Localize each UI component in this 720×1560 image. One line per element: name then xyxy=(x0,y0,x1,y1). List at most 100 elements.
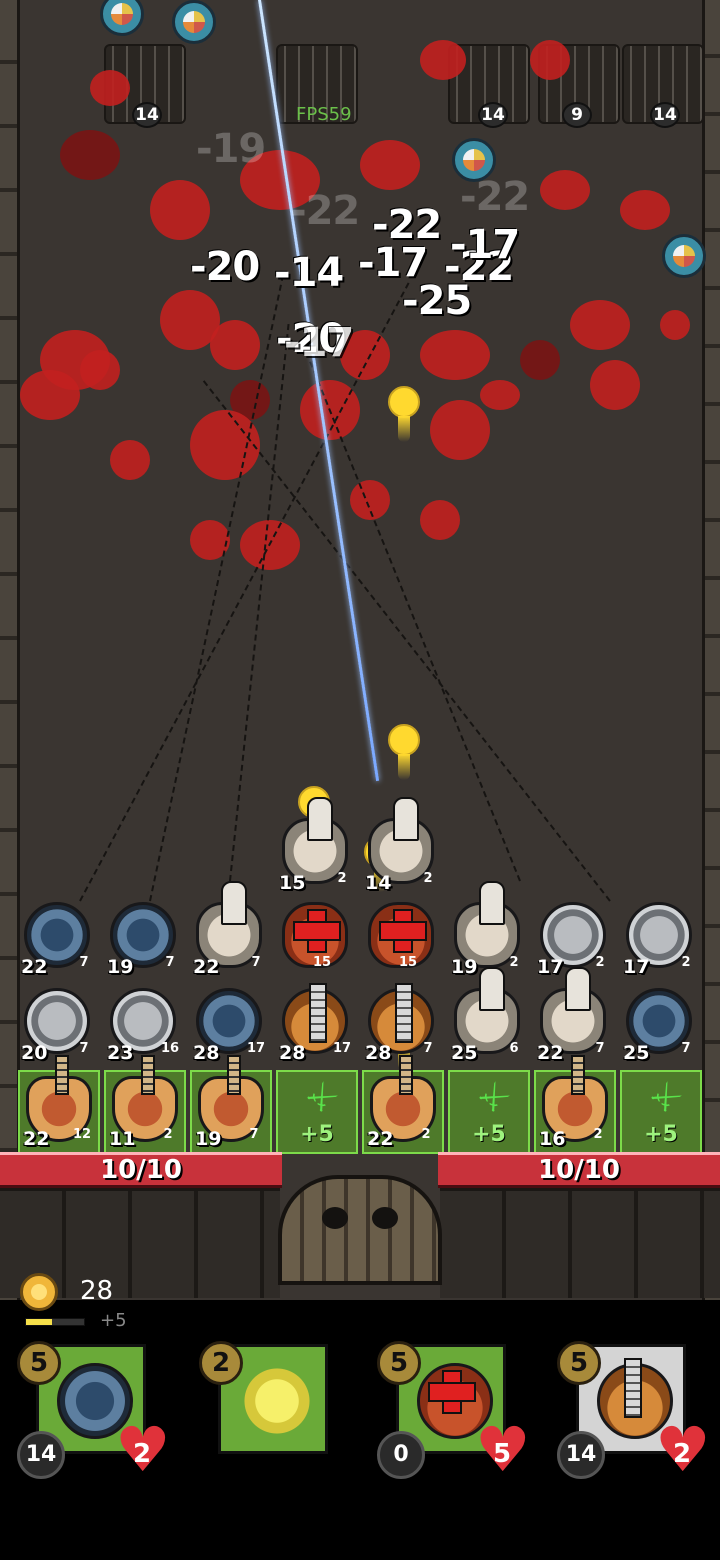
turret-level: 19 xyxy=(195,1128,222,1150)
castle-gate xyxy=(278,1175,442,1285)
turret-slot[interactable]: 22 7 xyxy=(190,881,272,980)
turret-hp: 2 xyxy=(670,943,702,978)
turret-slot[interactable]: 19 7 xyxy=(104,898,186,980)
projectile xyxy=(388,386,420,442)
turret-slot[interactable]: 25 7 xyxy=(620,984,702,1066)
spawner-count: 14 xyxy=(650,102,680,128)
turret-slot[interactable]: 28 17 xyxy=(190,984,272,1066)
turret-hp: 7 xyxy=(670,1029,702,1064)
turret-slot[interactable]: 28 7 xyxy=(362,983,444,1066)
card-cost: 5 xyxy=(377,1341,421,1385)
right-wall-hp: 10/10 xyxy=(438,1152,720,1188)
turret-level: 22 xyxy=(537,1042,564,1064)
turret-level: 16 xyxy=(539,1128,566,1150)
turret-slot[interactable]: 16 2 xyxy=(534,1055,616,1154)
turret-card-gun[interactable]: 5 14 2 xyxy=(557,1341,711,1481)
spawner-count: 14 xyxy=(132,102,162,128)
boost-slot[interactable]: ⚔ +5 xyxy=(448,1070,530,1154)
fps-counter: FPS59 xyxy=(296,104,352,125)
turret-slot[interactable]: 22 12 xyxy=(18,1055,100,1154)
boost-value: +5 xyxy=(472,1122,506,1147)
turret-slot[interactable]: 22 2 xyxy=(362,1055,444,1154)
coin-count: 28 xyxy=(80,1276,114,1306)
turret-card-heal[interactable]: 5 0 5 xyxy=(377,1341,531,1481)
card-hp: 2 xyxy=(115,1419,171,1483)
turret-level: 19 xyxy=(107,956,134,978)
turret-hp: 6 xyxy=(498,1029,530,1064)
turret-slot[interactable]: 20 7 xyxy=(18,984,100,1066)
turret-hp: 2 xyxy=(582,1115,614,1150)
turret-hp: 2 xyxy=(326,859,358,894)
xp-fill xyxy=(26,1319,53,1325)
turret-level: 23 xyxy=(107,1042,134,1064)
turret-slot[interactable]: 11 2 xyxy=(104,1055,186,1154)
right-wall xyxy=(702,0,720,1300)
enemy-wheel xyxy=(662,234,706,278)
damage-number: -14 xyxy=(274,250,344,296)
turret-level: 28 xyxy=(365,1042,392,1064)
turret-level: 17 xyxy=(537,956,564,978)
card-level: 14 xyxy=(557,1431,605,1479)
turret-level: 28 xyxy=(279,1042,306,1064)
turret-level: 28 xyxy=(193,1042,220,1064)
enemy-wheel xyxy=(172,0,216,44)
turret-level: 17 xyxy=(623,956,650,978)
turret-level: 25 xyxy=(451,1042,478,1064)
turret-level: 22 xyxy=(367,1128,394,1150)
turret-slot[interactable]: 15 xyxy=(276,898,358,980)
turret-slot[interactable]: 22 7 xyxy=(18,898,100,980)
right-foundation xyxy=(440,1188,720,1298)
card-hp: 5 xyxy=(475,1419,531,1483)
turret-slot[interactable]: 22 7 xyxy=(534,967,616,1066)
sword-icon: ⚔ xyxy=(643,1074,689,1120)
turret-level: 22 xyxy=(21,956,48,978)
damage-number: -17 xyxy=(450,222,520,268)
xp-gain: +5 xyxy=(100,1310,127,1331)
turret-slot[interactable]: 17 2 xyxy=(620,898,702,980)
turret-hp: 15 xyxy=(392,943,424,978)
turret-level: 20 xyxy=(21,1042,48,1064)
turret-slot[interactable]: 19 7 xyxy=(190,1055,272,1154)
turret-level: 15 xyxy=(279,872,306,894)
turret-level: 25 xyxy=(623,1042,650,1064)
turret-slot[interactable]: 15 2 xyxy=(276,797,358,896)
card-cost: 5 xyxy=(17,1341,61,1385)
turret-slot[interactable]: 28 17 xyxy=(276,983,358,1066)
turret-level: 11 xyxy=(109,1128,136,1150)
turret-level: 14 xyxy=(365,872,392,894)
damage-number: -25 xyxy=(402,278,472,324)
turret-hp: 7 xyxy=(412,1029,444,1064)
turret-slot[interactable]: 25 6 xyxy=(448,967,530,1066)
card-level: 0 xyxy=(377,1431,425,1479)
card-cost: 2 xyxy=(199,1341,243,1385)
spike-card[interactable]: 2 xyxy=(199,1341,328,1454)
boost-slot[interactable]: ⚔ +5 xyxy=(620,1070,702,1154)
turret-hp: 12 xyxy=(66,1115,98,1150)
turret-hp: 17 xyxy=(240,1029,272,1064)
turret-hp: 15 xyxy=(306,943,338,978)
damage-number: -22 xyxy=(372,202,442,248)
damage-number: -20 xyxy=(190,244,260,290)
turret-hp: 7 xyxy=(238,1115,270,1150)
turret-card-blue[interactable]: 5 14 2 xyxy=(17,1341,171,1481)
turret-level: 22 xyxy=(23,1128,50,1150)
enemy-wheel xyxy=(100,0,144,36)
turret-level: 19 xyxy=(451,956,478,978)
boost-slot[interactable]: ⚔ +5 xyxy=(276,1070,358,1154)
turret-hp: 2 xyxy=(410,1115,442,1150)
turret-slot[interactable]: 23 16 xyxy=(104,984,186,1066)
turret-level: 22 xyxy=(193,956,220,978)
battlefield: 14 14 9 14 FPS59 -19 -22 -22 -20 -14 -17… xyxy=(0,0,720,1300)
sword-icon: ⚔ xyxy=(471,1074,517,1120)
left-wall xyxy=(0,0,20,1300)
turret-slot[interactable]: 14 2 xyxy=(362,797,444,896)
turret-hp: 7 xyxy=(240,943,272,978)
projectile xyxy=(388,724,420,780)
turret-hp: 16 xyxy=(154,1029,186,1064)
turret-hp: 2 xyxy=(152,1115,184,1150)
card-cost: 5 xyxy=(557,1341,601,1385)
turret-hp: 7 xyxy=(154,943,186,978)
turret-slot[interactable]: 15 xyxy=(362,898,444,980)
turret-hp: 17 xyxy=(326,1029,358,1064)
xp-progress xyxy=(25,1318,85,1326)
